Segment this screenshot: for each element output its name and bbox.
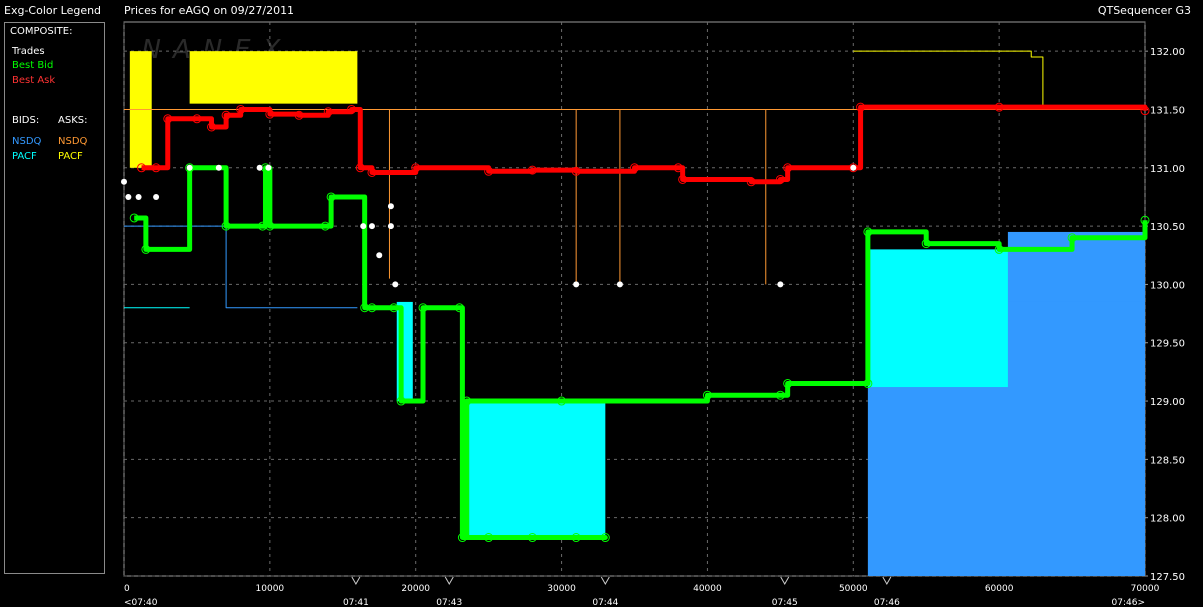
trade-point xyxy=(850,164,857,171)
series-line xyxy=(141,104,1148,185)
y-tick-label: 130.50 xyxy=(1150,222,1185,233)
time-mark-tick xyxy=(882,576,892,586)
trade-point xyxy=(616,281,623,288)
y-tick-label: 127.50 xyxy=(1150,572,1185,583)
time-mark-label: <07:40 xyxy=(124,598,158,607)
trade-point xyxy=(387,203,394,210)
time-mark-label: 07:43 xyxy=(436,598,462,607)
y-tick-label: 130.00 xyxy=(1150,280,1185,291)
trade-point xyxy=(125,193,132,200)
time-mark-tick xyxy=(780,576,790,586)
time-mark-tick xyxy=(444,576,454,586)
time-mark-label: 07:45 xyxy=(772,598,798,607)
trade-point xyxy=(387,223,394,230)
trade-point xyxy=(186,164,193,171)
y-tick-label: 131.00 xyxy=(1150,164,1185,175)
y-tick-label: 131.50 xyxy=(1150,105,1185,116)
series-line xyxy=(853,50,1044,110)
trade-point xyxy=(215,164,222,171)
trade-point xyxy=(573,281,580,288)
x-tick-label: 30000 xyxy=(547,584,576,594)
time-mark-tick xyxy=(351,576,361,586)
trade-point xyxy=(777,281,784,288)
time-mark-label: 07:41 xyxy=(343,598,369,607)
price-chart: NANEX127.50128.00128.50129.00129.50130.0… xyxy=(121,21,1185,607)
trade-point xyxy=(153,193,160,200)
time-mark-label: 07:46 xyxy=(874,598,900,607)
x-tick-label: 60000 xyxy=(985,584,1014,594)
trade-point xyxy=(135,193,142,200)
series-fill xyxy=(462,401,606,538)
y-tick-label: 129.00 xyxy=(1150,397,1185,408)
trade-point xyxy=(360,223,367,230)
x-tick-label: 70000 xyxy=(1131,584,1160,594)
x-tick-label: 20000 xyxy=(401,584,430,594)
trade-point xyxy=(376,252,383,259)
series-best-ask xyxy=(137,102,1150,187)
series-line xyxy=(124,225,358,309)
series-fill xyxy=(189,51,358,104)
series-fill xyxy=(867,249,1008,388)
trade-point xyxy=(392,281,399,288)
x-tick-label: 10000 xyxy=(256,584,285,594)
time-mark-label: 07:44 xyxy=(592,598,618,607)
trade-point xyxy=(256,164,263,171)
trade-point xyxy=(368,223,375,230)
trade-point xyxy=(121,178,127,185)
y-tick-label: 132.00 xyxy=(1150,47,1185,58)
y-tick-label: 129.50 xyxy=(1150,339,1185,350)
x-tick-label: 40000 xyxy=(693,584,722,594)
time-mark-tick xyxy=(600,576,610,586)
x-tick-label: 0 xyxy=(124,584,130,594)
series-fill xyxy=(1007,231,1145,302)
time-mark-label: 07:46> xyxy=(1112,598,1145,607)
y-tick-label: 128.50 xyxy=(1150,455,1185,466)
x-tick-label: 50000 xyxy=(839,584,868,594)
trade-point xyxy=(265,164,272,171)
y-tick-label: 128.00 xyxy=(1150,514,1185,525)
